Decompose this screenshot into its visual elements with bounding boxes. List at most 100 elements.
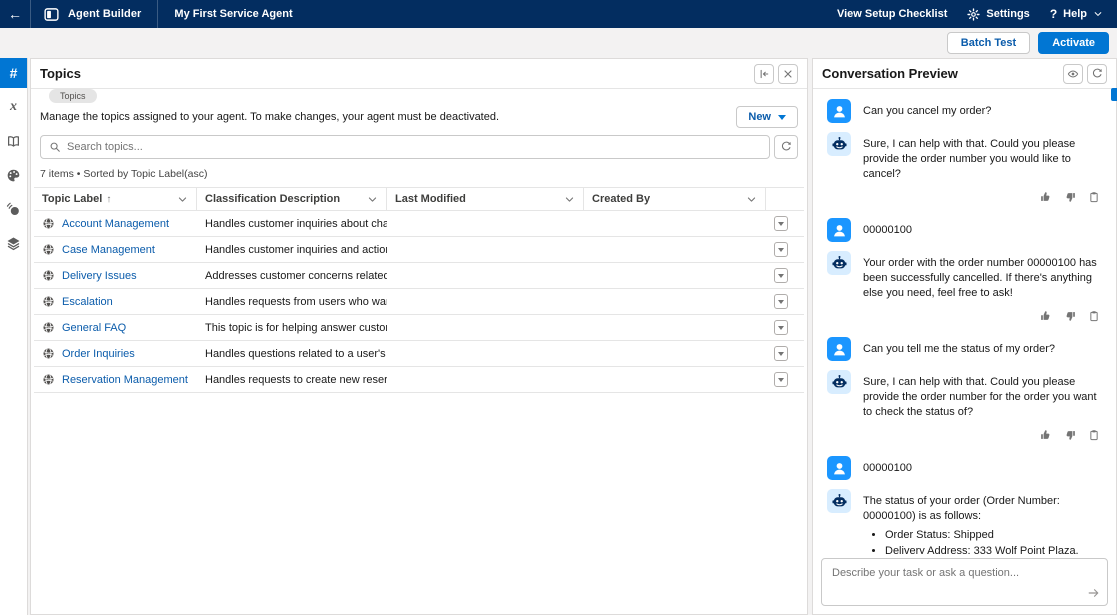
settings-button[interactable]: Settings [967,8,1029,21]
chevron-down-icon [564,194,575,205]
send-button[interactable] [1087,586,1101,600]
thumbs-up-button[interactable] [1040,429,1052,441]
column-header[interactable]: Classification Description [197,188,387,210]
message-text: 00000100 [863,218,912,242]
thumbs-down-button[interactable] [1064,191,1076,203]
table-row: Order Inquiries Handles questions relate… [34,341,804,367]
bot-icon [831,374,848,391]
row-actions-button[interactable] [774,320,788,335]
table-row: Case Management Handles customer inquiri… [34,237,804,263]
thumbs-up-button[interactable] [1040,191,1052,203]
copy-button[interactable] [1088,310,1100,322]
caret-down-icon [778,115,786,120]
message-text: Can you tell me the status of my order? [863,337,1055,361]
topic-description: Handles requests to create new reservati… [205,374,387,386]
list-summary: 7 items • Sorted by Topic Label(asc) [31,159,807,187]
topic-description: Handles requests from users who want to … [205,296,387,308]
composer-input[interactable] [822,559,1107,605]
topic-description: Handles customer inquiries about changin… [205,218,387,230]
topic-link[interactable]: Order Inquiries [62,348,135,360]
column-menu-button[interactable] [746,194,757,205]
search-input[interactable] [67,141,761,153]
bot-icon [831,255,848,272]
table-row: Delivery Issues Addresses customer conce… [34,263,804,289]
row-actions-button[interactable] [774,268,788,283]
topic-description: Addresses customer concerns related to d… [205,270,387,282]
column-menu-button[interactable] [177,194,188,205]
thumbs-up-button[interactable] [1040,310,1052,322]
bot-icon [831,493,848,510]
message-text: The status of your order (Order Number: … [863,489,1102,554]
topic-globe-icon [42,243,55,256]
agent-avatar [827,489,851,513]
book-icon [6,134,21,149]
sidebar-item-topics[interactable]: # [0,58,27,88]
topic-link[interactable]: Escalation [62,296,113,308]
back-arrow-icon: ← [8,6,22,22]
sidebar-item-variables[interactable]: x [0,92,27,122]
sidebar-item-channels[interactable] [0,194,27,224]
message-text: Sure, I can help with that. Could you pl… [863,370,1102,420]
thumbs-down-icon [1064,310,1076,322]
sidebar-item-knowledge[interactable] [0,126,27,156]
actions-column-header [766,188,804,210]
refresh-icon [1091,68,1103,80]
column-menu-button[interactable] [564,194,575,205]
user-avatar [827,99,851,123]
batch-test-button[interactable]: Batch Test [947,32,1030,54]
hash-icon: # [10,65,18,81]
collapse-panel-button[interactable] [754,64,774,84]
agent-avatar [827,251,851,275]
column-menu-button[interactable] [367,194,378,205]
copy-button[interactable] [1088,429,1100,441]
sidebar-item-theme[interactable] [0,160,27,190]
topic-link[interactable]: Case Management [62,244,155,256]
topic-link[interactable]: General FAQ [62,322,126,334]
row-actions-button[interactable] [774,294,788,309]
palette-icon [6,168,21,183]
message-feedback-bar [827,191,1100,203]
copy-button[interactable] [1088,191,1100,203]
topic-link[interactable]: Delivery Issues [62,270,137,282]
topic-globe-icon [42,269,55,282]
help-menu[interactable]: ? Help [1050,7,1103,21]
sidebar-item-versions[interactable] [0,228,27,258]
italic-x-icon: x [10,99,17,115]
question-mark-icon: ? [1050,7,1057,21]
close-panel-button[interactable] [778,64,798,84]
new-topic-button[interactable]: New [736,106,798,128]
topics-search[interactable] [40,135,770,159]
caret-down-icon [778,300,784,304]
message-feedback-bar [827,429,1100,441]
topic-link[interactable]: Account Management [62,218,169,230]
topic-link[interactable]: Reservation Management [62,374,188,386]
row-actions-button[interactable] [774,242,788,257]
thumbs-down-button[interactable] [1064,429,1076,441]
caret-down-icon [778,378,784,382]
restart-conversation-button[interactable] [1087,64,1107,84]
person-icon [831,103,848,120]
activate-button[interactable]: Activate [1038,32,1109,54]
thumbs-down-button[interactable] [1064,310,1076,322]
refresh-list-button[interactable] [774,135,798,159]
chevron-down-icon [177,194,188,205]
column-header[interactable]: Last Modified [387,188,584,210]
user-message: Can you cancel my order? [827,99,1102,123]
row-actions-button[interactable] [774,372,788,387]
app-switcher[interactable]: Agent Builder [30,0,157,28]
table-row: General FAQ This topic is for helping an… [34,315,804,341]
topic-globe-icon [42,295,55,308]
person-icon [831,222,848,239]
view-setup-checklist-link[interactable]: View Setup Checklist [837,8,947,20]
back-button[interactable]: ← [0,0,30,28]
row-actions-button[interactable] [774,216,788,231]
topic-globe-icon [42,347,55,360]
preview-visibility-button[interactable] [1063,64,1083,84]
column-header[interactable]: Topic Label↑ [34,188,197,210]
globe-signal-icon [6,202,21,217]
column-header[interactable]: Created By [584,188,766,210]
row-actions-button[interactable] [774,346,788,361]
caret-down-icon [778,326,784,330]
table-header-row: Topic Label↑ Classification Description … [34,187,804,211]
agent-message: Sure, I can help with that. Could you pl… [827,370,1102,420]
